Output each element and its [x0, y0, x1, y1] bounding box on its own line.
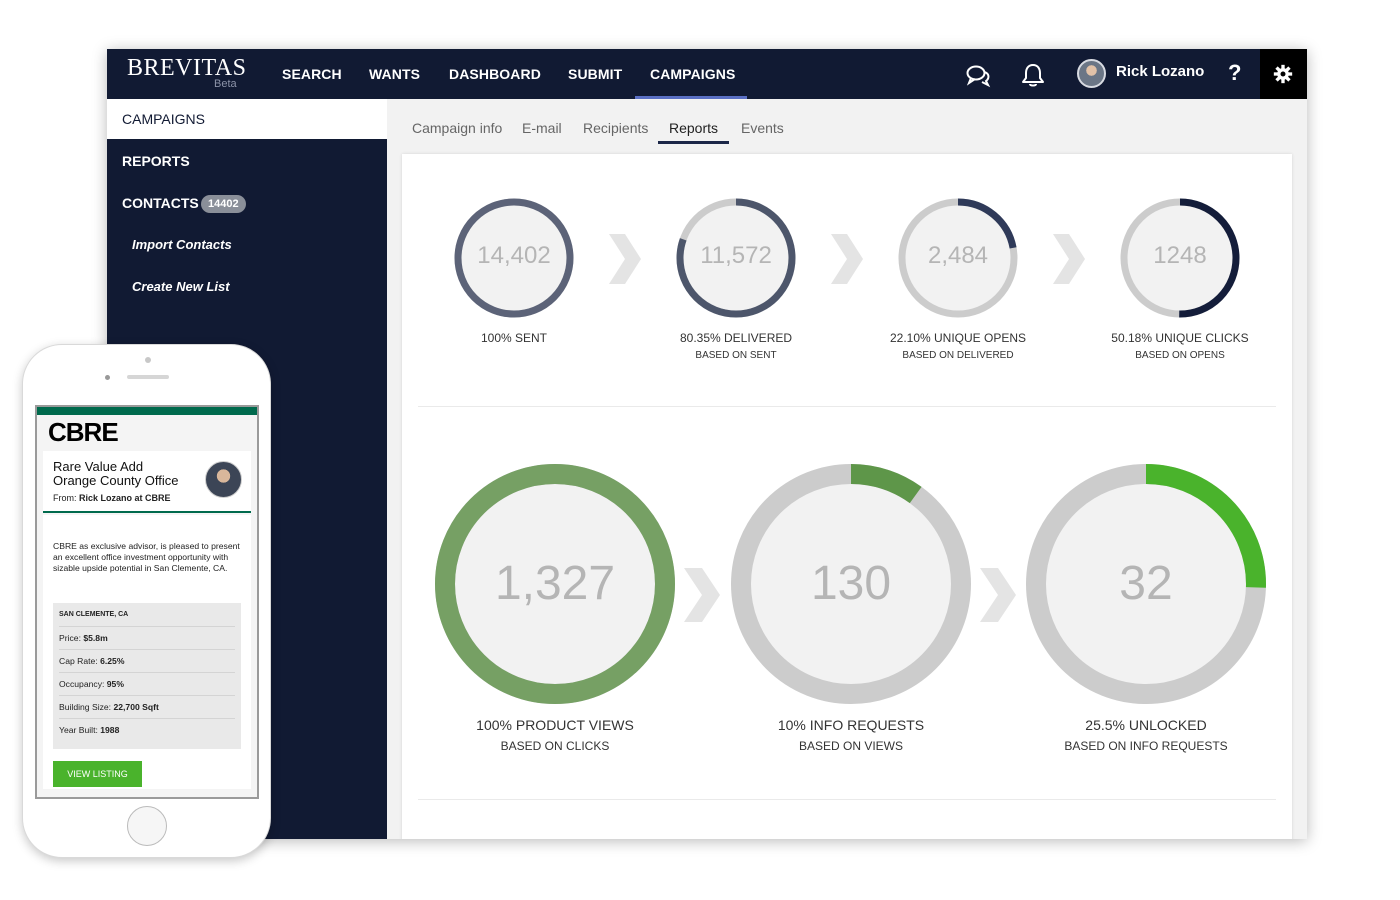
tab-events[interactable]: Events	[741, 120, 784, 136]
detail-row: Cap Rate: 6.25%	[59, 649, 235, 672]
sidebar-item-campaigns[interactable]: CAMPAIGNS	[122, 111, 205, 127]
email-body: CBRE as exclusive advisor, is pleased to…	[43, 515, 251, 789]
detail-value: 95%	[106, 679, 124, 689]
bell-icon[interactable]	[1020, 62, 1046, 88]
unlocked-label: 25.5% UNLOCKED	[1085, 717, 1207, 733]
detail-label: Price:	[59, 633, 81, 643]
sidebar-item-contacts[interactable]: CONTACTS	[122, 195, 199, 211]
delivered-basis: BASED ON SENT	[695, 350, 777, 361]
sidebar-item-reports[interactable]: REPORTS	[122, 153, 190, 169]
sent-label: 100% SENT	[480, 331, 548, 345]
unlocked-value: 32	[1119, 557, 1173, 610]
detail-label: Year Built:	[59, 725, 98, 735]
settings-button[interactable]	[1260, 49, 1307, 99]
email-title-line1: Rare Value Add	[53, 459, 144, 474]
delivered-value: 11,572	[700, 242, 772, 269]
info-requests-basis: BASED ON VIEWS	[798, 739, 904, 753]
chevron-right-icon	[609, 234, 641, 284]
nav-campaigns[interactable]: CAMPAIGNS	[650, 49, 735, 99]
phone-screen: CBRE Rare Value Add Orange County Office…	[35, 405, 259, 799]
clicks-label: 50.18% UNIQUE CLICKS	[1111, 331, 1249, 345]
detail-value: 22,700 Sqft	[113, 702, 159, 712]
tab-campaign-info[interactable]: Campaign info	[412, 120, 502, 136]
detail-label: Occupancy:	[59, 679, 105, 689]
opens-value: 2,484	[927, 242, 989, 269]
brand-beta-label: Beta	[214, 78, 237, 90]
delivered-label: 80.35% DELIVERED	[679, 331, 793, 345]
tab-recipients[interactable]: Recipients	[583, 120, 648, 136]
nav-dashboard[interactable]: DASHBOARD	[449, 49, 541, 99]
phone-camera	[145, 357, 151, 363]
info-requests-value: 130	[810, 557, 892, 610]
tab-email[interactable]: E-mail	[522, 120, 562, 136]
view-listing-button[interactable]: VIEW LISTING	[53, 761, 142, 787]
gear-icon	[1273, 64, 1293, 84]
report-card: 14,402 100% SENT 11,572 80.35% DELIVERED…	[402, 154, 1292, 839]
clicks-value: 1248	[1153, 242, 1207, 269]
sent-value: 14,402	[477, 242, 551, 269]
tab-active-underline	[658, 141, 729, 144]
tab-reports[interactable]: Reports	[669, 120, 718, 136]
avatar[interactable]	[1077, 59, 1106, 88]
chevron-right-icon	[1053, 234, 1085, 284]
email-from: From: Rick Lozano at CBRE	[53, 493, 171, 503]
user-name[interactable]: Rick Lozano	[1116, 49, 1204, 99]
phone-speaker	[127, 375, 169, 379]
product-views-label: 100% PRODUCT VIEWS	[476, 717, 634, 733]
phone-mockup: CBRE Rare Value Add Orange County Office…	[22, 344, 271, 858]
phone-home-button[interactable]	[127, 806, 167, 846]
nav-submit[interactable]: SUBMIT	[568, 49, 622, 99]
opens-basis: BASED ON DELIVERED	[902, 350, 1014, 361]
email-title-line2: Orange County Office	[53, 473, 179, 488]
detail-row: Occupancy: 95%	[59, 672, 235, 695]
unlocked-basis: BASED ON INFO REQUESTS	[1064, 739, 1228, 753]
nav-active-indicator	[635, 96, 747, 99]
top-navbar: BREVITAS Beta SEARCH WANTS DASHBOARD SUB…	[107, 49, 1307, 99]
email-header-card: Rare Value Add Orange County Office From…	[43, 451, 251, 513]
nav-search[interactable]: SEARCH	[282, 49, 342, 99]
listing-location: SAN CLEMENTE, CA	[59, 611, 129, 618]
detail-value: 1988	[100, 725, 120, 735]
listing-details: SAN CLEMENTE, CA Price: $5.8m Cap Rate: …	[53, 603, 241, 749]
product-views-basis: BASED ON CLICKS	[500, 739, 610, 753]
agent-avatar	[205, 461, 242, 498]
email-header-bar	[37, 407, 257, 415]
section-divider	[418, 406, 1276, 407]
email-from-label: From:	[53, 493, 77, 503]
cbre-logo: CBRE	[48, 417, 119, 447]
sidebar-item-create-new-list[interactable]: Create New List	[132, 279, 230, 294]
phone-sensor	[105, 375, 110, 380]
chevron-right-icon	[980, 568, 1016, 622]
product-views-value: 1,327	[494, 557, 616, 610]
detail-row: Building Size: 22,700 Sqft	[59, 695, 235, 718]
info-requests-label: 10% INFO REQUESTS	[777, 717, 925, 733]
email-body-text: CBRE as exclusive advisor, is pleased to…	[53, 541, 240, 573]
detail-label: Cap Rate:	[59, 656, 98, 666]
app-window: BREVITAS Beta SEARCH WANTS DASHBOARD SUB…	[107, 49, 1307, 839]
detail-label: Building Size:	[59, 702, 112, 712]
sidebar-item-import-contacts[interactable]: Import Contacts	[132, 237, 232, 252]
nav-wants[interactable]: WANTS	[369, 49, 420, 99]
section-divider	[418, 799, 1276, 800]
detail-row: Year Built: 1988	[59, 718, 235, 741]
email-from-value: Rick Lozano at CBRE	[79, 493, 171, 503]
chevron-right-icon	[684, 568, 720, 622]
detail-row: Price: $5.8m	[59, 626, 235, 649]
clicks-basis: BASED ON OPENS	[1135, 350, 1225, 361]
chat-bubbles-icon[interactable]	[965, 62, 991, 88]
contacts-count-badge: 14402	[201, 195, 246, 213]
opens-label: 22.10% UNIQUE OPENS	[889, 331, 1027, 345]
detail-value: $5.8m	[83, 633, 108, 643]
question-icon[interactable]: ?	[1228, 49, 1241, 99]
chevron-right-icon	[831, 234, 863, 284]
detail-value: 6.25%	[100, 656, 125, 666]
